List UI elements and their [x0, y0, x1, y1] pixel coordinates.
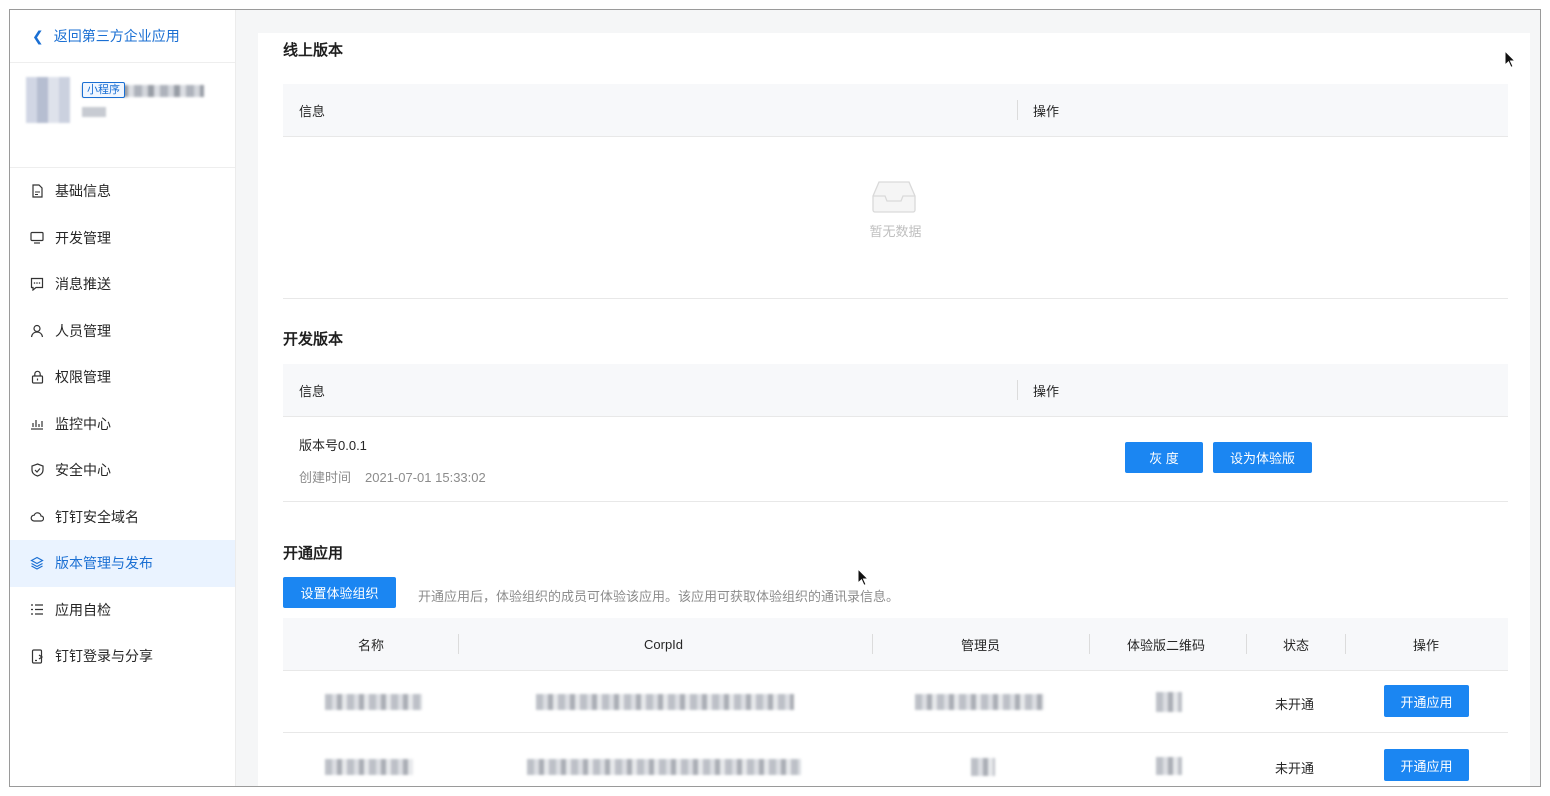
app-subtitle-blurred	[82, 107, 106, 117]
org-name-blurred	[325, 694, 422, 710]
online-version-empty-state: 暂无数据	[283, 136, 1508, 299]
main-content: 线上版本 信息 操作 暂无数据 开发版本 信息 操作 版本号0.0.1 创建时间…	[258, 33, 1530, 786]
column-separator	[1017, 380, 1018, 400]
sidebar-item-version-management[interactable]: 版本管理与发布	[10, 540, 235, 587]
dev-version-row: 版本号0.0.1 创建时间 2021-07-01 15:33:02 灰 度 设为体…	[283, 415, 1508, 502]
checklist-icon	[30, 603, 44, 617]
admin-blurred	[971, 758, 995, 776]
sidebar-nav: 基础信息 开发管理 消息推送 人员管理 权限管理 监控中心 安全中心 钉钉安全域…	[10, 168, 235, 680]
column-header-action: 操作	[1033, 383, 1060, 399]
chevron-left-icon: ❮	[32, 27, 44, 44]
sidebar-item-login-share[interactable]: 钉钉登录与分享	[10, 633, 235, 680]
created-time-label: 创建时间	[299, 470, 352, 485]
sidebar-item-self-check[interactable]: 应用自检	[10, 587, 235, 634]
document-icon	[30, 184, 44, 198]
gray-release-button[interactable]: 灰 度	[1125, 442, 1203, 473]
set-trial-version-button[interactable]: 设为体验版	[1213, 442, 1312, 473]
open-apps-hint: 开通应用后，体验组织的成员可体验该应用。该应用可获取体验组织的通讯录信息。	[418, 589, 900, 604]
sidebar: ❮ 返回第三方企业应用 小程序 基础信息 开发管理 消息推送 人员管理 权限管理…	[10, 10, 236, 786]
table-row: 未开通 开通应用	[283, 670, 1508, 733]
message-icon	[30, 277, 44, 292]
sidebar-item-label: 监控中心	[55, 415, 111, 432]
open-app-button[interactable]: 开通应用	[1384, 685, 1469, 717]
sidebar-item-secure-domain[interactable]: 钉钉安全域名	[10, 494, 235, 541]
empty-inbox-icon	[872, 181, 916, 213]
column-header-qrcode: 体验版二维码	[1127, 637, 1206, 653]
column-header-action: 操作	[1413, 637, 1440, 653]
open-apps-title: 开通应用	[283, 545, 344, 562]
sidebar-item-label: 安全中心	[55, 462, 111, 479]
back-to-third-party-apps-link[interactable]: ❮ 返回第三方企业应用	[10, 10, 235, 63]
sidebar-item-label: 应用自检	[55, 601, 111, 618]
column-separator	[1246, 634, 1247, 654]
column-header-admin: 管理员	[961, 637, 1001, 653]
table-row: 未开通 开通应用	[283, 733, 1508, 786]
sidebar-item-label: 人员管理	[55, 322, 111, 339]
status-text: 未开通	[1275, 697, 1315, 712]
column-header-name: 名称	[358, 637, 385, 653]
app-card: 小程序	[10, 63, 235, 168]
corpid-blurred	[527, 759, 801, 775]
sidebar-item-label: 版本管理与发布	[55, 555, 153, 572]
column-header-info: 信息	[299, 103, 326, 119]
sidebar-item-personnel[interactable]: 人员管理	[10, 308, 235, 355]
online-version-title: 线上版本	[283, 42, 344, 59]
qrcode-blurred	[1156, 757, 1182, 775]
created-time-value: 2021-07-01 15:33:02	[365, 470, 486, 485]
sidebar-item-label: 钉钉登录与分享	[55, 648, 153, 665]
monitor-icon	[30, 231, 44, 245]
bar-chart-icon	[30, 417, 44, 431]
version-number: 版本号0.0.1	[299, 438, 367, 453]
cloud-icon	[30, 510, 44, 524]
created-time: 创建时间 2021-07-01 15:33:02	[299, 467, 486, 486]
dev-version-table-header: 信息 操作	[283, 364, 1508, 417]
sidebar-item-security-center[interactable]: 安全中心	[10, 447, 235, 494]
online-version-table-header: 信息 操作	[283, 84, 1508, 137]
dev-version-title: 开发版本	[283, 331, 344, 348]
admin-blurred	[915, 694, 1044, 710]
sidebar-item-basic-info[interactable]: 基础信息	[10, 168, 235, 215]
sidebar-item-label: 权限管理	[55, 369, 111, 386]
mouse-cursor-icon	[857, 568, 869, 586]
sidebar-item-permissions[interactable]: 权限管理	[10, 354, 235, 401]
column-separator	[872, 634, 873, 654]
column-separator	[1345, 634, 1346, 654]
sidebar-item-label: 开发管理	[55, 229, 111, 246]
sidebar-item-message-push[interactable]: 消息推送	[10, 261, 235, 308]
empty-state-text: 暂无数据	[869, 224, 922, 239]
app-window: ❮ 返回第三方企业应用 小程序 基础信息 开发管理 消息推送 人员管理 权限管理…	[9, 9, 1541, 787]
status-text: 未开通	[1275, 761, 1315, 776]
org-name-blurred	[325, 759, 413, 775]
column-header-corpid: CorpId	[644, 636, 684, 652]
lock-icon	[30, 370, 44, 384]
back-link-label: 返回第三方企业应用	[53, 28, 180, 44]
phone-share-icon	[30, 649, 44, 664]
layers-icon	[30, 556, 44, 570]
set-trial-org-button[interactable]: 设置体验组织	[283, 577, 396, 608]
column-separator	[1089, 634, 1090, 654]
open-apps-table-header: 名称 CorpId 管理员 体验版二维码 状态 操作	[283, 618, 1508, 671]
sidebar-item-monitoring[interactable]: 监控中心	[10, 401, 235, 448]
app-type-badge: 小程序	[82, 82, 125, 98]
qrcode-blurred	[1156, 692, 1182, 712]
sidebar-item-label: 消息推送	[55, 276, 111, 293]
column-header-action: 操作	[1033, 103, 1060, 119]
sidebar-item-label: 钉钉安全域名	[55, 508, 139, 525]
user-icon	[30, 324, 44, 338]
sidebar-item-dev-management[interactable]: 开发管理	[10, 215, 235, 262]
column-header-status: 状态	[1283, 637, 1310, 653]
column-separator	[458, 634, 459, 654]
mouse-cursor-icon	[1504, 50, 1516, 68]
column-separator	[1017, 100, 1018, 120]
corpid-blurred	[536, 694, 794, 710]
sidebar-item-label: 基础信息	[55, 183, 111, 200]
app-logo-blurred	[26, 77, 70, 123]
shield-icon	[30, 463, 44, 477]
open-app-button[interactable]: 开通应用	[1384, 749, 1469, 781]
column-header-info: 信息	[299, 383, 326, 399]
